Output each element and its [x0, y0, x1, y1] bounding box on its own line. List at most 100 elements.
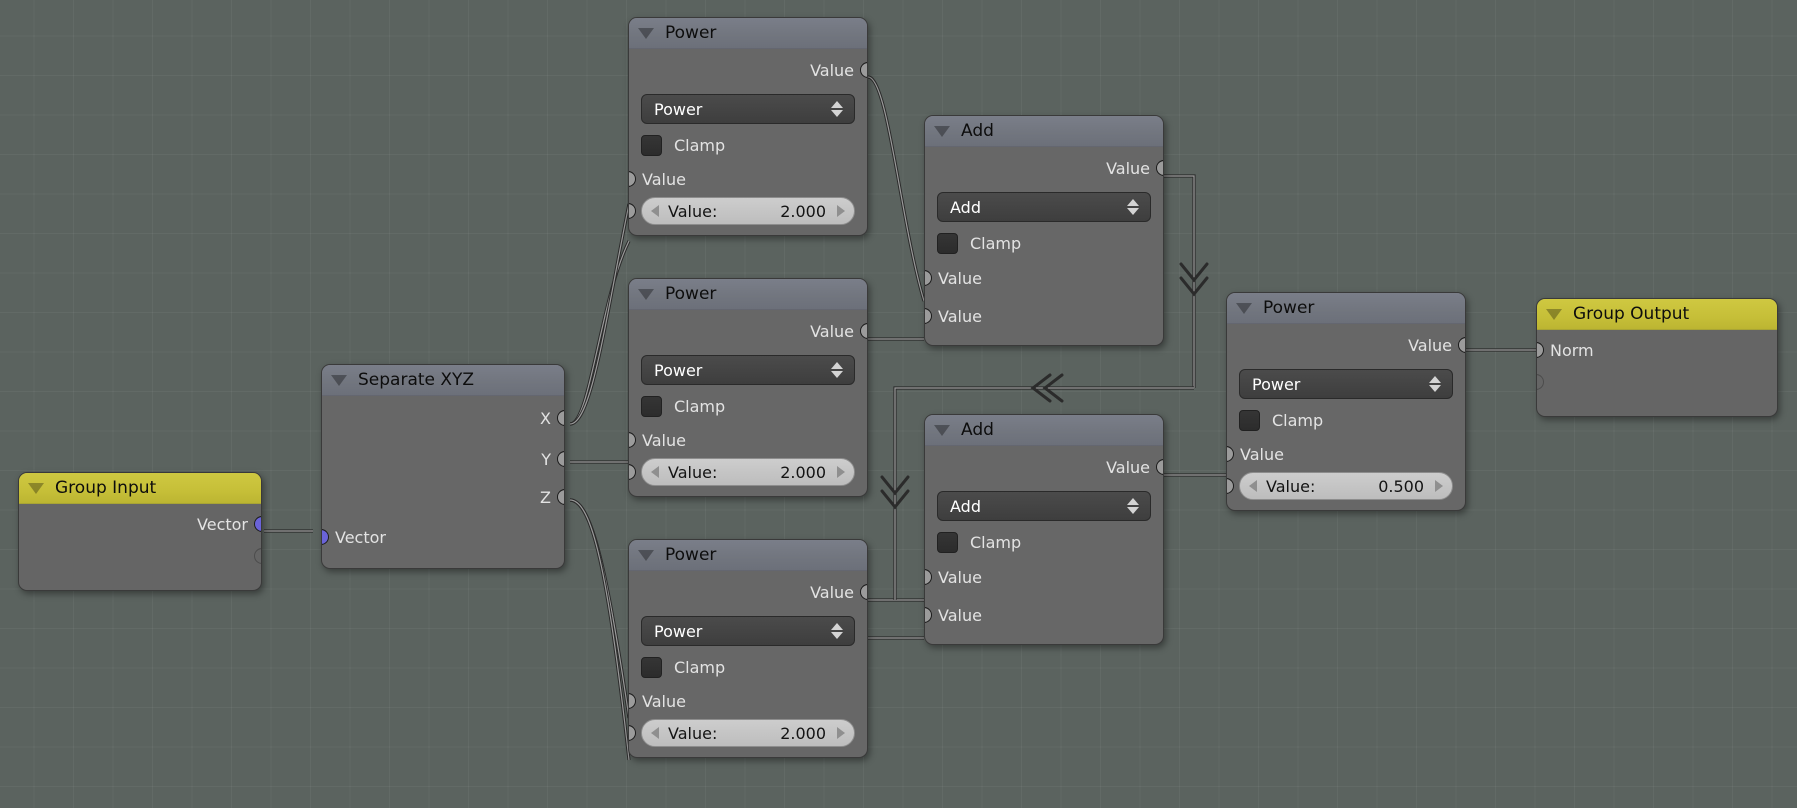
clamp-checkbox[interactable] — [937, 531, 958, 553]
clamp-checkbox[interactable] — [937, 232, 958, 254]
clamp-checkbox-row[interactable]: Clamp — [925, 227, 1163, 259]
socket-output-z[interactable] — [557, 489, 564, 505]
socket-input-exponent[interactable] — [1227, 478, 1234, 494]
socket-input-value-1[interactable] — [925, 270, 932, 286]
node-power-x[interactable]: Power Value Power Clamp Value Value: 2.0… — [628, 17, 868, 236]
increment-arrow-icon[interactable] — [837, 727, 845, 739]
node-header-group-output[interactable]: Group Output — [1537, 299, 1777, 330]
node-add-bottom[interactable]: Add Value Add Clamp Value Value — [924, 414, 1164, 645]
increment-arrow-icon[interactable] — [837, 205, 845, 217]
node-header-group-input[interactable]: Group Input — [19, 473, 261, 504]
node-group-output[interactable]: Group Output Norm — [1536, 298, 1778, 417]
operation-dropdown[interactable]: Power — [641, 355, 855, 385]
socket-input-vector[interactable] — [322, 529, 329, 545]
chevron-updown-icon[interactable] — [1127, 498, 1139, 514]
socket-input-exponent[interactable] — [629, 725, 636, 741]
node-body: Norm — [1537, 330, 1777, 416]
decrement-arrow-icon[interactable] — [651, 466, 659, 478]
operation-dropdown[interactable]: Power — [1239, 369, 1453, 399]
clamp-checkbox-row[interactable]: Clamp — [629, 651, 867, 683]
node-power-sqrt[interactable]: Power Value Power Clamp Value Value: 0.5… — [1226, 292, 1466, 511]
node-power-y[interactable]: Power Value Power Clamp Value Value: 2.0… — [628, 278, 868, 497]
chevron-updown-icon[interactable] — [831, 623, 843, 639]
node-header-power-y[interactable]: Power — [629, 279, 867, 310]
slider-label: Value: — [668, 723, 718, 743]
clamp-label: Clamp — [970, 532, 1022, 552]
collapse-triangle-icon[interactable] — [1236, 302, 1252, 314]
output-label-y: Y — [541, 449, 551, 469]
exponent-value-slider[interactable]: Value: 2.000 — [641, 458, 855, 486]
chevron-updown-icon[interactable] — [1429, 376, 1441, 392]
chevron-updown-icon[interactable] — [1127, 199, 1139, 215]
clamp-checkbox-row[interactable]: Clamp — [629, 129, 867, 161]
node-add-top[interactable]: Add Value Add Clamp Value Value — [924, 115, 1164, 346]
socket-input-norm[interactable] — [1537, 342, 1544, 358]
socket-output-value[interactable] — [860, 584, 867, 600]
exponent-value-slider[interactable]: Value: 2.000 — [641, 719, 855, 747]
clamp-checkbox[interactable] — [1239, 409, 1260, 431]
socket-output-value[interactable] — [860, 323, 867, 339]
node-header-power-x[interactable]: Power — [629, 18, 867, 49]
operation-dropdown[interactable]: Power — [641, 94, 855, 124]
socket-input-value-2[interactable] — [925, 308, 932, 324]
socket-input-base[interactable] — [629, 171, 636, 187]
socket-input-exponent[interactable] — [629, 464, 636, 480]
input-row-base: Value — [629, 683, 867, 719]
collapse-triangle-icon[interactable] — [28, 482, 44, 494]
node-header-separate-xyz[interactable]: Separate XYZ — [322, 365, 564, 396]
decrement-arrow-icon[interactable] — [651, 727, 659, 739]
collapse-triangle-icon[interactable] — [1546, 308, 1562, 320]
node-editor-canvas[interactable]: .nd { fill:none; stroke:#2b2b2b; stroke-… — [0, 0, 1797, 808]
clamp-checkbox-row[interactable]: Clamp — [925, 526, 1163, 558]
exponent-value-slider[interactable]: Value: 2.000 — [641, 197, 855, 225]
increment-arrow-icon[interactable] — [837, 466, 845, 478]
socket-input-value-1[interactable] — [925, 569, 932, 585]
clamp-checkbox-row[interactable]: Clamp — [629, 390, 867, 422]
node-separate-xyz[interactable]: Separate XYZ X Y Z Vector — [321, 364, 565, 569]
socket-output-value[interactable] — [1156, 160, 1163, 176]
node-header-power-sqrt[interactable]: Power — [1227, 293, 1465, 324]
operation-dropdown[interactable]: Add — [937, 491, 1151, 521]
node-header-add-bottom[interactable]: Add — [925, 415, 1163, 446]
socket-input-value-2[interactable] — [925, 607, 932, 623]
clamp-checkbox[interactable] — [641, 395, 662, 417]
operation-value: Power — [654, 99, 703, 119]
socket-output-virtual[interactable] — [254, 548, 261, 564]
decrement-arrow-icon[interactable] — [651, 205, 659, 217]
clamp-checkbox[interactable] — [641, 656, 662, 678]
socket-output-vector[interactable] — [254, 516, 261, 532]
socket-input-base[interactable] — [629, 693, 636, 709]
collapse-triangle-icon[interactable] — [638, 549, 654, 561]
decrement-arrow-icon[interactable] — [1249, 480, 1257, 492]
socket-output-value[interactable] — [860, 62, 867, 78]
socket-input-exponent[interactable] — [629, 203, 636, 219]
collapse-triangle-icon[interactable] — [331, 374, 347, 386]
socket-output-x[interactable] — [557, 410, 564, 426]
node-title: Group Input — [55, 478, 157, 498]
clamp-checkbox-row[interactable]: Clamp — [1227, 404, 1465, 436]
collapse-triangle-icon[interactable] — [638, 288, 654, 300]
collapse-triangle-icon[interactable] — [934, 125, 950, 137]
node-group-input[interactable]: Group Input Vector — [18, 472, 262, 591]
increment-arrow-icon[interactable] — [1435, 480, 1443, 492]
socket-output-value[interactable] — [1458, 337, 1465, 353]
operation-dropdown[interactable]: Power — [641, 616, 855, 646]
socket-input-base[interactable] — [1227, 446, 1234, 462]
node-bottom-padding — [629, 225, 867, 235]
socket-output-value[interactable] — [1156, 459, 1163, 475]
socket-input-base[interactable] — [629, 432, 636, 448]
chevron-updown-icon[interactable] — [831, 101, 843, 117]
node-header-power-z[interactable]: Power — [629, 540, 867, 571]
clamp-checkbox[interactable] — [641, 134, 662, 156]
collapse-triangle-icon[interactable] — [638, 27, 654, 39]
node-power-z[interactable]: Power Value Power Clamp Value Value: 2.0… — [628, 539, 868, 758]
socket-input-virtual[interactable] — [1537, 374, 1544, 390]
chevron-updown-icon[interactable] — [831, 362, 843, 378]
slider-label: Value: — [668, 462, 718, 482]
exponent-value-slider[interactable]: Value: 0.500 — [1239, 472, 1453, 500]
input-row-value-1: Value — [925, 558, 1163, 596]
operation-dropdown[interactable]: Add — [937, 192, 1151, 222]
collapse-triangle-icon[interactable] — [934, 424, 950, 436]
socket-output-y[interactable] — [557, 451, 564, 467]
node-header-add-top[interactable]: Add — [925, 116, 1163, 147]
